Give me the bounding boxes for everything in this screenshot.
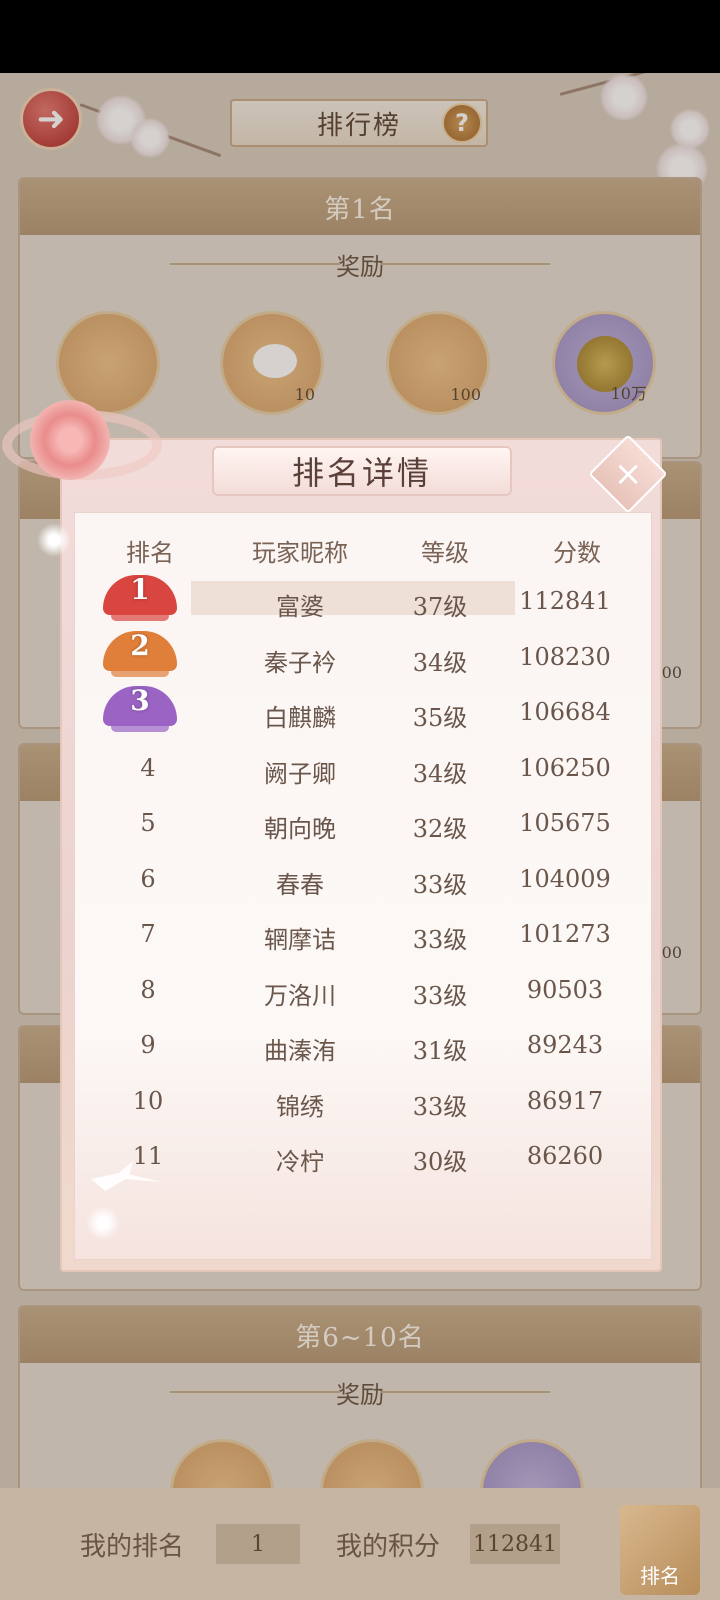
player-level: 33级	[412, 1092, 468, 1121]
rank-number: 2	[130, 628, 150, 662]
player-score: 112841	[519, 587, 611, 615]
close-button[interactable]: ×	[588, 434, 668, 514]
player-nickname: 朝向晚	[264, 815, 336, 843]
rank-row[interactable]: 2 秦子衿 34级 108230	[75, 629, 651, 690]
rank-number: 10	[132, 1086, 164, 1115]
player-level: 32级	[412, 815, 468, 843]
rank-number: 1	[130, 573, 150, 606]
rank-number: 9	[140, 1031, 156, 1059]
modal-title: 排名详情	[212, 446, 512, 496]
player-level: 37级	[412, 593, 468, 621]
player-nickname: 秦子衿	[264, 648, 336, 677]
player-score: 90503	[526, 975, 604, 1004]
player-nickname: 阙子卿	[264, 759, 336, 788]
player-level: 33级	[412, 926, 468, 954]
rank-row[interactable]: 8 万洛川 33级 90503	[75, 968, 651, 1023]
player-level: 34级	[412, 648, 468, 677]
player-nickname: 白麒麟	[264, 704, 336, 732]
player-level: 35级	[412, 704, 468, 732]
player-nickname: 富婆	[276, 593, 324, 621]
my-rank-value: 1	[216, 1524, 300, 1564]
rank-medal-icon: 1	[103, 573, 177, 621]
player-nickname: 曲溱洧	[264, 1037, 336, 1065]
player-score: 104009	[519, 864, 611, 893]
rank-row[interactable]: 9 曲溱洧 31级 89243	[75, 1023, 651, 1078]
rank-row[interactable]: 1 富婆 37级 112841	[75, 573, 651, 634]
player-level: 31级	[412, 1037, 468, 1065]
bottom-bar: 我的排名 1 我的积分 112841	[0, 1488, 720, 1600]
player-score: 106250	[519, 753, 611, 782]
modal-title-text: 排名详情	[291, 454, 432, 492]
status-bar	[0, 0, 720, 73]
player-score: 101273	[519, 920, 611, 948]
player-nickname: 冷柠	[276, 1148, 324, 1176]
player-level: 33级	[412, 870, 468, 899]
player-nickname: 辋摩诘	[264, 926, 336, 954]
player-score: 86917	[526, 1086, 604, 1115]
rank-details-modal: 排名详情 × 排名 玩家昵称 等级 分数 1 富婆 37级 112841 2 秦子衿 34级…	[2, 400, 668, 1272]
rank-row[interactable]: 4 阙子卿 34级 106250	[75, 746, 651, 801]
player-score: 89243	[526, 1031, 604, 1059]
rank-row[interactable]: 6 春春 33级 104009	[75, 857, 651, 912]
rank-row[interactable]: 5 朝向晚 32级 105675	[75, 801, 651, 856]
close-icon: ×	[613, 454, 643, 494]
flower-decoration	[30, 400, 110, 480]
rank-table[interactable]: 排名 玩家昵称 等级 分数 1 富婆 37级 112841 2 秦子衿 34级 108230 3…	[74, 512, 652, 1260]
column-header-level: 等级	[421, 539, 469, 567]
player-score: 106684	[519, 698, 611, 726]
player-level: 30级	[412, 1148, 468, 1176]
player-nickname: 万洛川	[264, 981, 336, 1010]
rank-row[interactable]: 3 白麒麟 35级 106684	[75, 684, 651, 745]
rank-row[interactable]: 7 辋摩诘 33级 101273	[75, 912, 651, 967]
sparkle-decoration	[34, 520, 74, 560]
rank-number: 11	[132, 1142, 164, 1170]
player-level: 33级	[412, 981, 468, 1010]
my-score-value: 112841	[470, 1524, 560, 1564]
column-header-nickname: 玩家昵称	[252, 539, 348, 567]
rank-row[interactable]: 11 冷柠 30级 86260	[75, 1134, 651, 1189]
rank-number: 3	[130, 684, 150, 717]
player-level: 34级	[412, 759, 468, 788]
rank-number: 7	[140, 920, 156, 948]
rank-medal-icon: 3	[103, 684, 177, 732]
rank-number: 4	[140, 753, 156, 782]
rank-number: 8	[140, 975, 156, 1004]
my-score-label: 我的积分	[336, 1531, 441, 1562]
player-score: 86260	[526, 1142, 604, 1170]
rank-row[interactable]: 10 锦绣 33级 86917	[75, 1079, 651, 1134]
player-nickname: 春春	[276, 870, 324, 899]
player-score: 108230	[519, 642, 611, 671]
rank-medal-icon: 2	[103, 628, 177, 677]
player-score: 105675	[519, 809, 611, 837]
column-header-rank: 排名	[126, 539, 174, 567]
player-nickname: 锦绣	[276, 1092, 324, 1121]
sparkle-decoration	[83, 1203, 123, 1243]
rank-number: 5	[140, 809, 156, 837]
column-header-score: 分数	[553, 539, 601, 567]
rank-button-label: 排名	[640, 1564, 680, 1588]
my-rank-label: 我的排名	[80, 1531, 185, 1562]
rank-button[interactable]: 排名	[620, 1505, 700, 1595]
rank-number: 6	[140, 864, 156, 893]
